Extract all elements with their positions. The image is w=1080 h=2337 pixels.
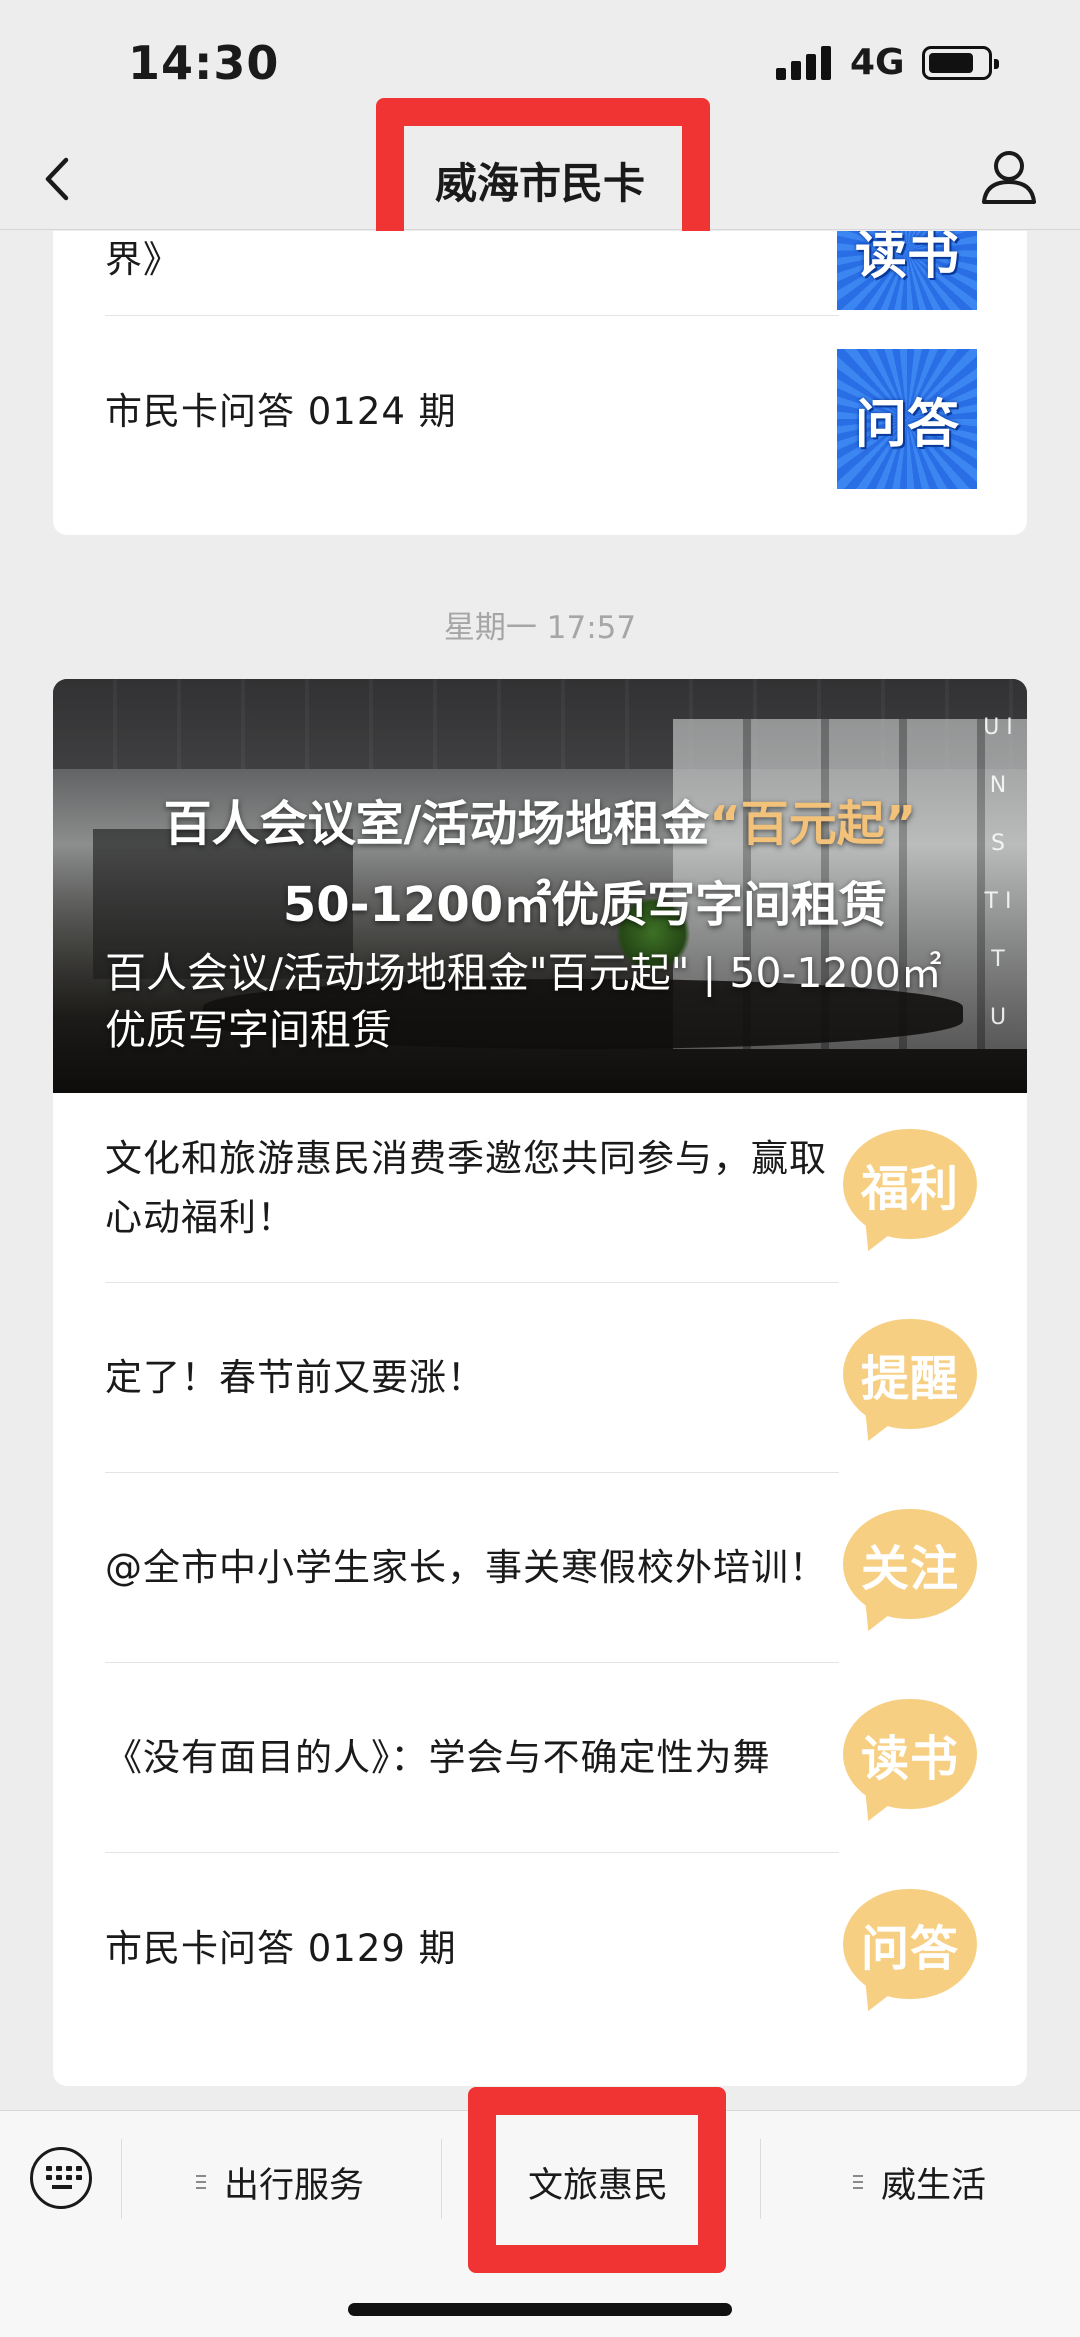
thumbnail-label: 提醒 <box>860 1351 959 1407</box>
list-item[interactable]: 定了！春节前又要涨！ <box>105 1283 839 1473</box>
cover-title: 百人会议/活动场地租金"百元起" | 50-1200㎡优质写字间租赁 <box>105 949 942 1054</box>
divider <box>121 2139 122 2219</box>
article-thumbnail: 问答 <box>837 349 977 489</box>
menu-lines-icon <box>196 2174 206 2191</box>
thumbnail-label: 关注 <box>860 1541 959 1597</box>
list-item[interactable]: @全市中小学生家长，事关寒假校外培训！ <box>105 1473 839 1663</box>
thumbnail-label: 福利 <box>860 1161 959 1217</box>
article-title: 定了！春节前又要涨！ <box>105 1356 485 1399</box>
article-title: 市民卡问答 0129 期 <box>105 1926 457 1970</box>
list-item[interactable]: 《没有面目的人》：学会与不确定性为舞 <box>105 1663 839 1853</box>
thumbnail-label: 问答 <box>854 394 959 455</box>
thumbnail-label: 读书 <box>854 231 959 286</box>
cover-article[interactable]: 百人会议室/活动场地租金“百元起” 50-1200㎡优质写字间租赁 U I N … <box>53 679 1027 1093</box>
article-card-previous: 界》 读书 市民卡问答 0124 期 问答 <box>53 231 1027 535</box>
thumbnail-label: 读书 <box>860 1731 959 1787</box>
menu-item-label: 出行服务 <box>224 2166 365 2206</box>
article-title: @全市中小学生家长，事关寒假校外培训！ <box>105 1546 827 1589</box>
home-indicator[interactable] <box>348 2303 732 2316</box>
article-title: 市民卡问答 0124 期 <box>105 389 457 433</box>
menu-item-travel-service[interactable]: 出行服务 <box>196 2157 364 2208</box>
article-thumbnail: 问答 <box>843 1889 977 2021</box>
article-title: 文化和旅游惠民消费季邀您共同参与，赢取心动福利！ <box>105 1136 827 1239</box>
message-list[interactable]: 界》 读书 市民卡问答 0124 期 问答 星期一 17:57 百人会议室/活动… <box>0 231 1080 2109</box>
cover-watermark: U I N S T I T U <box>983 715 1013 1030</box>
list-item[interactable]: 市民卡问答 0129 期 <box>105 1853 839 2043</box>
list-item[interactable]: 市民卡问答 0124 期 <box>105 317 839 505</box>
cover-headline-highlight: “百元起” <box>709 796 917 852</box>
menu-item-label: 威生活 <box>881 2166 987 2206</box>
cover-subheadline: 50-1200㎡优质写字间租赁 <box>282 877 888 933</box>
menu-item-wei-life[interactable]: 威生活 <box>853 2157 986 2208</box>
cover-headline: 百人会议室/活动场地租金“百元起” <box>163 796 917 852</box>
article-title: 界》 <box>105 238 181 281</box>
message-timestamp: 星期一 17:57 <box>443 610 637 646</box>
article-title: 《没有面目的人》：学会与不确定性为舞 <box>105 1736 771 1779</box>
divider <box>760 2139 761 2219</box>
signal-icon <box>776 46 834 80</box>
battery-icon <box>922 46 999 80</box>
thumbnail-label: 问答 <box>860 1921 959 1977</box>
article-thumbnail: 读书 <box>843 1699 977 1831</box>
profile-icon[interactable] <box>978 144 1040 210</box>
divider <box>441 2139 442 2219</box>
article-thumbnail: 读书 <box>837 231 977 310</box>
highlight-box-tab <box>468 2087 726 2273</box>
article-thumbnail: 福利 <box>843 1129 977 1261</box>
article-thumbnail: 关注 <box>843 1509 977 1641</box>
article-card: 百人会议室/活动场地租金“百元起” 50-1200㎡优质写字间租赁 U I N … <box>53 679 1027 2086</box>
list-item[interactable]: 文化和旅游惠民消费季邀您共同参与，赢取心动福利！ <box>105 1093 839 1283</box>
network-type: 4G <box>850 42 905 83</box>
status-time: 14:30 <box>128 36 280 90</box>
article-thumbnail: 提醒 <box>843 1319 977 1451</box>
menu-lines-icon <box>853 2174 863 2191</box>
keyboard-icon[interactable] <box>30 2147 92 2209</box>
list-item[interactable]: 界》 <box>105 231 839 316</box>
